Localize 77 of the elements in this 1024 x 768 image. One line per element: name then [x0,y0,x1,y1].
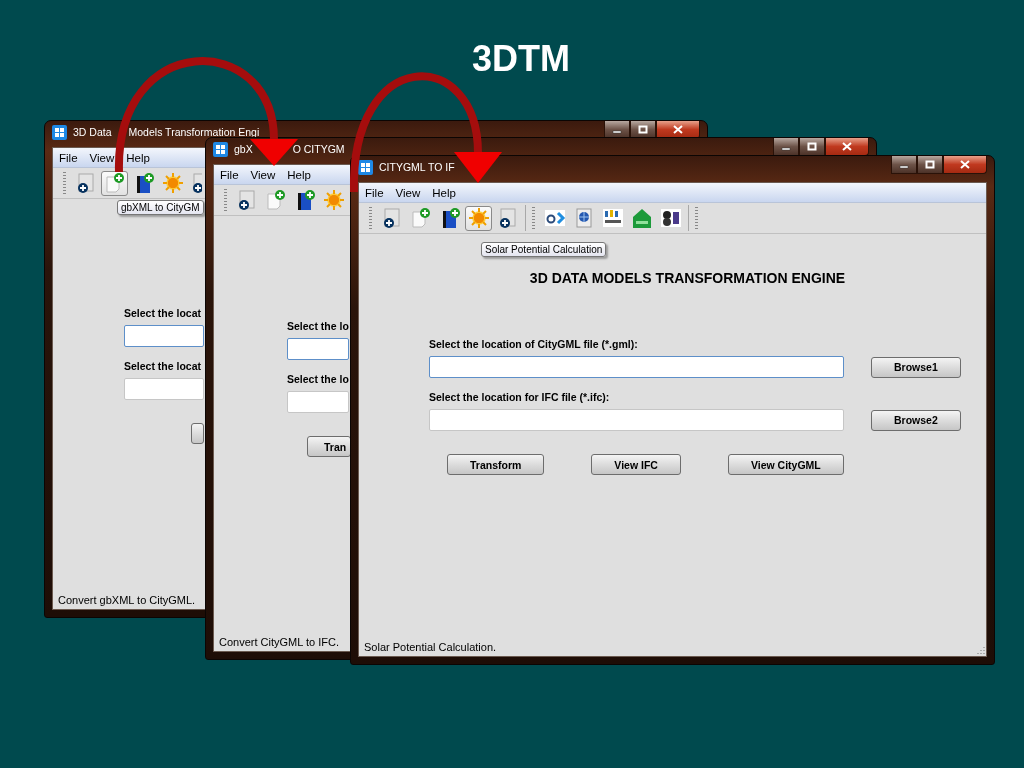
action-button[interactable]: Transform [447,454,545,475]
close-icon [960,160,970,169]
menu-item[interactable]: Help [120,151,156,164]
field-label: Select the location for IFC file (*.ifc): [429,391,611,403]
slide-title: 3DTM [472,38,570,80]
path-input-field[interactable] [429,356,844,378]
menu-item[interactable]: Help [281,168,317,181]
window-title: CITYGML TO IF [379,160,455,175]
toolbar-grip[interactable] [63,172,66,194]
window-icon [52,125,67,140]
toolbar-grip[interactable] [369,207,372,229]
document-plus-icon [104,172,126,194]
maximize-button[interactable] [799,138,825,156]
sun-icon [468,207,490,229]
maximize-button[interactable] [917,156,943,174]
close-button[interactable] [825,138,869,156]
browse-button[interactable]: Browse2 [871,409,961,431]
status-text: Solar Potential Calculation. [364,641,497,653]
close-icon [842,142,852,151]
status-text: Convert gbXML to CityGML. [58,594,196,606]
maximize-icon [638,125,648,134]
path-input-field[interactable] [287,391,349,413]
window-icon [358,160,373,175]
browse-button[interactable]: Browse1 [871,356,961,378]
logo-icon [544,207,566,229]
toolbar-button[interactable] [101,170,128,196]
path-input-field[interactable] [429,409,844,431]
action-button[interactable]: View IFC [591,454,681,475]
toolbar-grip[interactable] [695,207,698,229]
sun-icon [162,172,184,194]
globe-document-icon [573,207,595,229]
new-file-icon [236,189,258,211]
app-heading: 3D DATA MODELS TRANSFORMATION ENGINE [529,270,846,286]
path-input-field[interactable] [124,325,204,347]
field-label: Select the lo [287,373,350,385]
new-file-icon [497,207,519,229]
menu-item[interactable]: File [214,168,245,181]
tooltip: gbXML to CityGM [117,200,204,215]
new-file-icon [75,172,97,194]
city-logo-icon [602,207,624,229]
ifc-logo-icon [660,207,682,229]
new-file-icon [381,207,403,229]
push-button[interactable] [191,423,204,444]
minimize-button[interactable] [891,156,917,174]
close-button[interactable] [943,156,987,174]
toolbar-grip[interactable] [532,207,535,229]
resize-grip-icon[interactable] [976,646,985,655]
field-label: Select the location of CityGML file (*.gml): [429,338,639,350]
tooltip: Solar Potential Calculation [481,242,607,257]
house-logo-icon [631,207,653,229]
document-plus-icon [265,189,287,211]
document-plus-icon [410,207,432,229]
menu-item[interactable]: View [83,151,121,164]
close-icon [673,125,683,134]
action-button[interactable]: Tran [307,436,351,457]
menu-item[interactable]: File [53,151,84,164]
action-button[interactable]: View CityGML [727,454,844,475]
menu-item[interactable]: View [389,186,427,199]
menu-item[interactable]: Help [426,186,462,199]
field-label: Select the locat [124,360,203,372]
status-text: Convert CityGML to IFC. [219,636,339,648]
sun-icon [323,189,345,211]
window-title: O CITYGM [292,142,345,157]
menu-item[interactable]: View [244,168,282,181]
field-label: Select the locat [124,307,203,319]
field-label: Select the lo [287,320,350,332]
toolbar-grip[interactable] [224,189,227,211]
window-title: gbX [234,142,253,157]
maximize-icon [807,142,817,151]
menu-item[interactable]: File [359,186,390,199]
window-title: 3D Data [73,125,112,140]
window-title: Models Transformation Engi [128,125,260,140]
maximize-icon [925,160,935,169]
path-input-field[interactable] [287,338,349,360]
path-input-field[interactable] [124,378,204,400]
minimize-button[interactable] [773,138,799,156]
window-icon [213,142,228,157]
